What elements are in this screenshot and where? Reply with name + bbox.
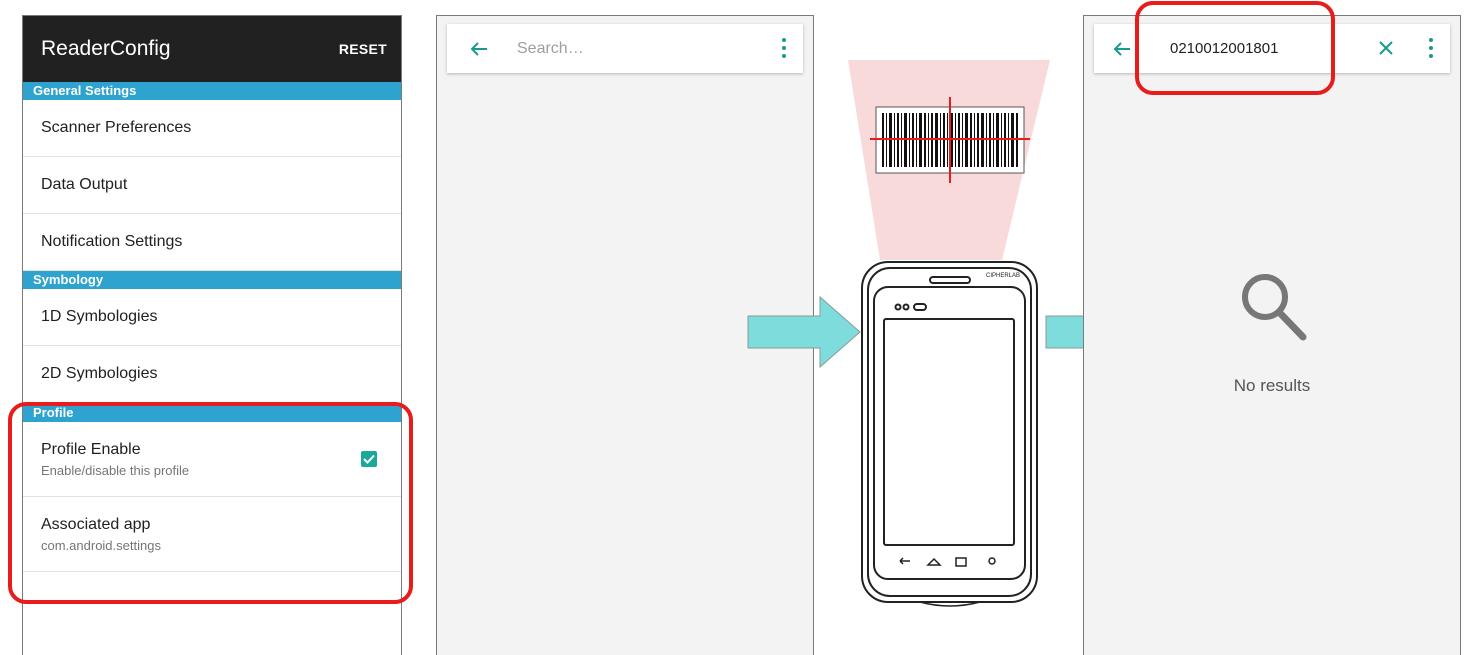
arrow-right-icon-2 <box>1045 315 1085 349</box>
notification-settings-label: Notification Settings <box>41 233 183 250</box>
no-results-text: No results <box>1233 376 1311 395</box>
reset-button[interactable]: RESET <box>339 41 387 57</box>
scanner-preferences-label: Scanner Preferences <box>41 119 192 136</box>
app-title: ReaderConfig <box>41 37 171 60</box>
section-symbology: Symbology <box>23 271 401 289</box>
back-arrow-icon[interactable] <box>467 37 491 61</box>
mobile-computer-device <box>861 261 1038 607</box>
notification-settings-item[interactable]: Notification Settings <box>23 214 401 271</box>
clear-search-icon[interactable] <box>1374 36 1398 60</box>
data-output-label: Data Output <box>41 176 128 193</box>
app-bar: ReaderConfig RESET <box>23 16 401 82</box>
device-brand-label: CIPHERLAB <box>986 273 1020 279</box>
query-highlight-box <box>1135 1 1335 95</box>
magnifier-icon <box>1242 274 1307 341</box>
scanner-preferences-item[interactable]: Scanner Preferences <box>23 100 401 157</box>
arrow-right-icon <box>747 295 861 369</box>
data-output-item[interactable]: Data Output <box>23 157 401 214</box>
overflow-menu-icon[interactable] <box>1428 38 1434 58</box>
symbologies-1d-label: 1D Symbologies <box>41 308 158 325</box>
back-arrow-icon[interactable] <box>1110 37 1134 61</box>
search-screen-result: 0210012001801 No results <box>1083 15 1461 655</box>
profile-highlight-box <box>8 402 413 604</box>
symbologies-2d-label: 2D Symbologies <box>41 365 158 382</box>
scanner-device-illustration: CIPHERLAB <box>747 60 1085 607</box>
symbologies-2d-item[interactable]: 2D Symbologies <box>23 346 401 403</box>
symbologies-1d-item[interactable]: 1D Symbologies <box>23 289 401 346</box>
search-input[interactable] <box>515 38 759 59</box>
barcode-icon <box>870 97 1030 183</box>
section-general-settings: General Settings <box>23 82 401 100</box>
